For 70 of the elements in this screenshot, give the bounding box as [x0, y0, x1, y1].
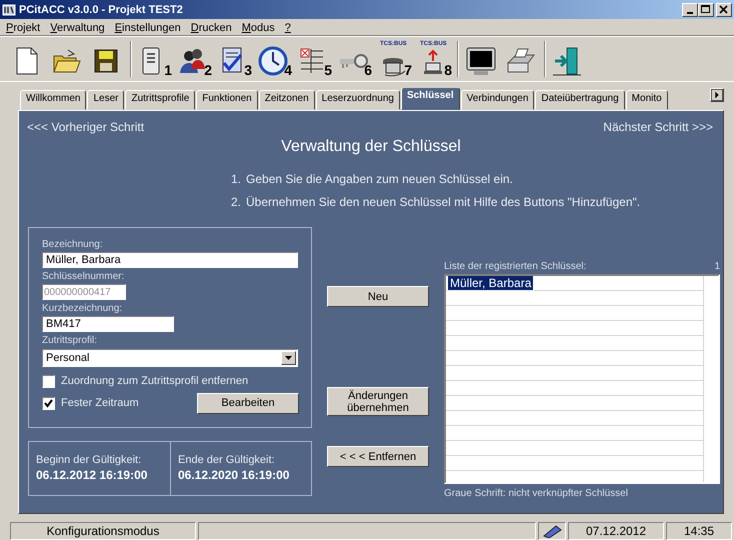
tab[interactable]: Zeitzonen: [258, 90, 315, 110]
scroll-right-icon[interactable]: [710, 88, 724, 102]
tab[interactable]: Zutrittsprofile: [125, 90, 196, 110]
edit-button[interactable]: Bearbeiten: [197, 392, 299, 414]
tab[interactable]: Leser: [87, 90, 124, 110]
maximize-button[interactable]: [698, 2, 714, 16]
menu-item[interactable]: Drucken: [186, 22, 237, 34]
field-label: Bezeichnung:: [42, 239, 104, 250]
menu-item[interactable]: Verwaltung: [45, 22, 110, 34]
menu-item[interactable]: ?: [280, 22, 296, 34]
close-button[interactable]: [716, 2, 732, 16]
remove-button[interactable]: < < < Entfernen: [327, 446, 429, 467]
tab[interactable]: Verbindungen: [460, 90, 534, 110]
tab[interactable]: Funktionen: [196, 90, 258, 110]
page-heading: Verwaltung der Schlüssel: [280, 138, 462, 156]
menu-item[interactable]: Projekt: [1, 22, 46, 34]
dropdown-arrow-icon[interactable]: [285, 356, 292, 360]
window-title: PCitACC v3.0.0 - Projekt TEST2: [19, 4, 184, 16]
close-icon: [719, 5, 729, 14]
text-field[interactable]: Müller, Barbara: [42, 252, 298, 268]
minimize-button[interactable]: [682, 2, 698, 16]
tab[interactable]: Monito: [626, 90, 668, 110]
menu-item[interactable]: Einstellungen: [110, 22, 186, 34]
date-status: 07.12.2012: [568, 522, 664, 540]
icon-number: 3: [244, 63, 252, 77]
list-item[interactable]: Müller, Barbara: [448, 276, 534, 290]
time-status: 14:35: [666, 522, 732, 540]
checkbox[interactable]: [42, 374, 55, 388]
tab[interactable]: Willkommen: [20, 90, 86, 110]
monitor-icon[interactable]: [464, 45, 496, 77]
icon-number: 6: [364, 63, 372, 77]
tab[interactable]: Leserzuordnung: [316, 90, 400, 110]
icon-number: 2: [204, 63, 212, 77]
field-label: Zutrittsprofil:: [42, 335, 98, 346]
step-text: Übernehmen Sie den neuen Schlüssel mit Hilfe des Buttons "Hinzufügen".: [246, 194, 640, 211]
maximize-icon: [701, 5, 711, 14]
icon-number: 7: [404, 63, 412, 77]
next-step-link[interactable]: Nächster Schritt >>>: [603, 120, 713, 134]
step-number: 1.: [231, 171, 242, 188]
key-count: 1: [714, 261, 720, 272]
icon-number: 1: [164, 63, 172, 77]
tab[interactable]: Schlüssel: [400, 88, 460, 110]
step-text: Geben Sie die Angaben zum neuen Schlüssel ein.: [246, 171, 513, 188]
field-label: Schlüsselnummer:: [42, 271, 126, 282]
field-label: Kurzbezeichnung:: [42, 303, 124, 314]
tab[interactable]: Dateiübertragung: [535, 90, 625, 110]
apply-changes-button[interactable]: Änderungen übernehmen: [327, 387, 429, 416]
validity-value: 06.12.2012 16:19:00: [36, 468, 148, 482]
icon-number: 8: [444, 63, 452, 77]
new-button[interactable]: Neu: [327, 286, 429, 307]
profile-dropdown[interactable]: Personal: [42, 349, 298, 367]
list-label: Liste der registrierten Schlüssel:: [444, 261, 586, 272]
step-number: 2.: [231, 194, 242, 211]
exit-door-icon[interactable]: [551, 45, 583, 77]
list-note: Graue Schrift: nicht verknüpfter Schlüssel: [444, 488, 629, 499]
text-field[interactable]: BM417: [42, 316, 174, 332]
usb-stick-icon: [542, 524, 562, 538]
checkbox-label: Zuordnung zum Zutrittsprofil entfernen: [61, 375, 248, 387]
checkbox[interactable]: [42, 396, 55, 410]
app-icon: [2, 2, 16, 16]
icon-number: 5: [324, 63, 332, 77]
icon-number: 4: [284, 63, 292, 77]
menu-item[interactable]: Modus: [236, 22, 280, 34]
minimize-icon: [687, 12, 693, 14]
mode-status: Konfigurationsmodus: [10, 522, 196, 540]
previous-step-link[interactable]: <<< Vorheriger Schritt: [27, 120, 144, 134]
validity-value: 06.12.2020 16:19:00: [178, 468, 290, 482]
checkbox-label: Fester Zeitraum: [61, 397, 139, 409]
validity-label: Beginn der Gültigkeit:: [36, 454, 142, 466]
validity-label: Ende der Gültigkeit:: [178, 454, 276, 466]
